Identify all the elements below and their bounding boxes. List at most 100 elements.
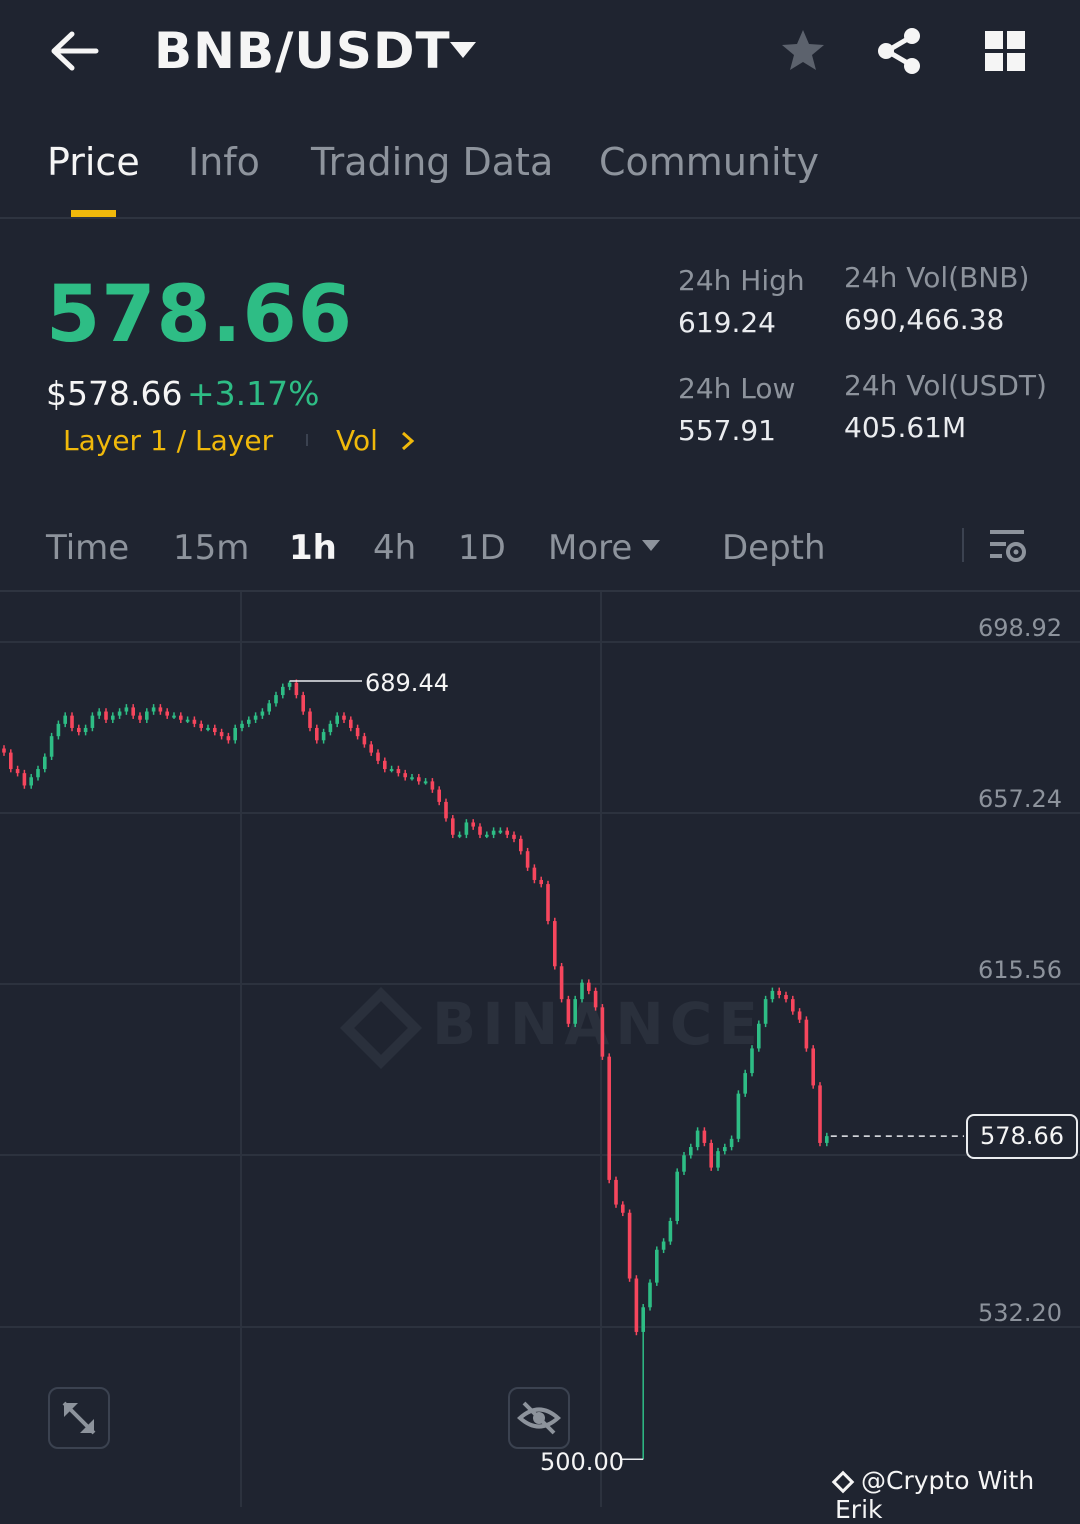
hide-indicators-button[interactable] [508, 1387, 570, 1449]
candle-body [260, 711, 265, 716]
candle-body [104, 711, 108, 720]
candle-body [213, 727, 217, 733]
tab-info[interactable]: Info [188, 140, 260, 184]
more-dropdown[interactable] [640, 538, 662, 558]
candle-body [519, 838, 523, 852]
candle-body [464, 822, 469, 835]
interval-1d[interactable]: 1D [458, 528, 506, 568]
tab-community[interactable]: Community [599, 140, 819, 184]
candle-body [253, 715, 258, 720]
candle-body [83, 727, 88, 733]
eye-off-icon [516, 1401, 562, 1435]
candle-body [451, 818, 455, 835]
candlestick-chart[interactable] [0, 592, 1080, 1507]
candle-body [396, 769, 401, 774]
candle-body [573, 999, 577, 1024]
candle-body [763, 999, 768, 1024]
candle-body [267, 703, 271, 712]
interval-more[interactable]: More [548, 528, 632, 568]
candle-body [709, 1142, 713, 1168]
interval-15m[interactable]: 15m [173, 528, 249, 568]
candle-body [430, 781, 435, 790]
fullscreen-button[interactable] [48, 1387, 110, 1449]
candle-body [580, 982, 584, 1000]
y-tick-label: 615.56 [978, 956, 1062, 984]
candle-body [63, 715, 67, 724]
y-tick-label: 657.24 [978, 785, 1062, 813]
layout-button[interactable] [982, 28, 1028, 78]
candle-body [172, 715, 176, 718]
candle-body [471, 822, 475, 827]
candle-body [648, 1282, 652, 1308]
candle-body [811, 1048, 815, 1086]
candle-body [383, 760, 387, 770]
category-tag[interactable]: Layer 1 / Layer [63, 424, 273, 457]
candle-body [56, 723, 61, 737]
back-button[interactable] [44, 26, 108, 76]
candle-body [247, 719, 251, 724]
candle-body [22, 773, 27, 786]
tag-more[interactable] [400, 430, 416, 456]
interval-4h[interactable]: 4h [373, 528, 416, 568]
candle-body [593, 990, 598, 1008]
candle-body [165, 711, 169, 716]
y-tick-label: 698.92 [978, 614, 1062, 642]
candle-body [675, 1171, 679, 1221]
candle-body [179, 715, 183, 720]
candle-body [512, 834, 516, 839]
candle-body [723, 1147, 727, 1152]
vol-base-label: 24h Vol(BNB) [844, 261, 1030, 294]
favorite-button[interactable] [778, 26, 828, 80]
chart-settings-icon [990, 530, 1026, 562]
candle-body [770, 990, 775, 1000]
y-tick-label: 532.20 [978, 1299, 1062, 1327]
candle-body [621, 1204, 625, 1213]
interval-depth[interactable]: Depth [722, 528, 826, 568]
tab-trading-data[interactable]: Trading Data [311, 140, 553, 184]
candle-body [131, 707, 135, 716]
tab-price[interactable]: Price [47, 140, 140, 184]
pair-title[interactable]: BNB/USDT [154, 22, 451, 80]
candle-body [389, 769, 394, 772]
vol-quote-value: 405.61M [844, 411, 967, 444]
candle-body [797, 1011, 802, 1020]
candle-body [600, 1007, 605, 1057]
pair-dropdown[interactable] [448, 40, 478, 66]
candle-body [9, 752, 13, 770]
low-marker-label: 500.00 [540, 1448, 624, 1476]
candle-body [315, 727, 319, 741]
candle-body [369, 744, 373, 753]
low-label: 24h Low [678, 372, 796, 405]
candle-body [661, 1241, 666, 1250]
tag-divider [306, 434, 308, 446]
candle-body [226, 736, 231, 741]
candle-body [423, 781, 428, 784]
candle-body [308, 711, 312, 728]
candle-body [729, 1138, 734, 1148]
caret-down-icon [642, 540, 660, 551]
interval-1h[interactable]: 1h [289, 528, 337, 568]
candle-body [410, 777, 414, 780]
candle-body [736, 1093, 741, 1139]
share-button[interactable] [874, 26, 924, 80]
candle-body [784, 995, 788, 1000]
candle-body [546, 884, 550, 922]
low-value: 557.91 [678, 414, 776, 447]
candle-body [614, 1179, 618, 1205]
candle-body [274, 695, 278, 704]
candle-body [485, 834, 489, 837]
candle-body [403, 773, 407, 778]
interval-time[interactable]: Time [46, 528, 129, 568]
candle-body [77, 727, 81, 733]
chart-settings-button[interactable] [986, 526, 1028, 570]
candle-body [281, 686, 285, 696]
candle-body [559, 966, 564, 1000]
candle-body [627, 1212, 632, 1279]
candle-body [111, 715, 115, 720]
candle-body [328, 723, 333, 733]
candle-body [478, 826, 482, 835]
candle-body [321, 732, 326, 741]
vol-tag[interactable]: Vol [336, 424, 378, 457]
candle-body [219, 732, 224, 737]
candle-body [138, 715, 142, 720]
